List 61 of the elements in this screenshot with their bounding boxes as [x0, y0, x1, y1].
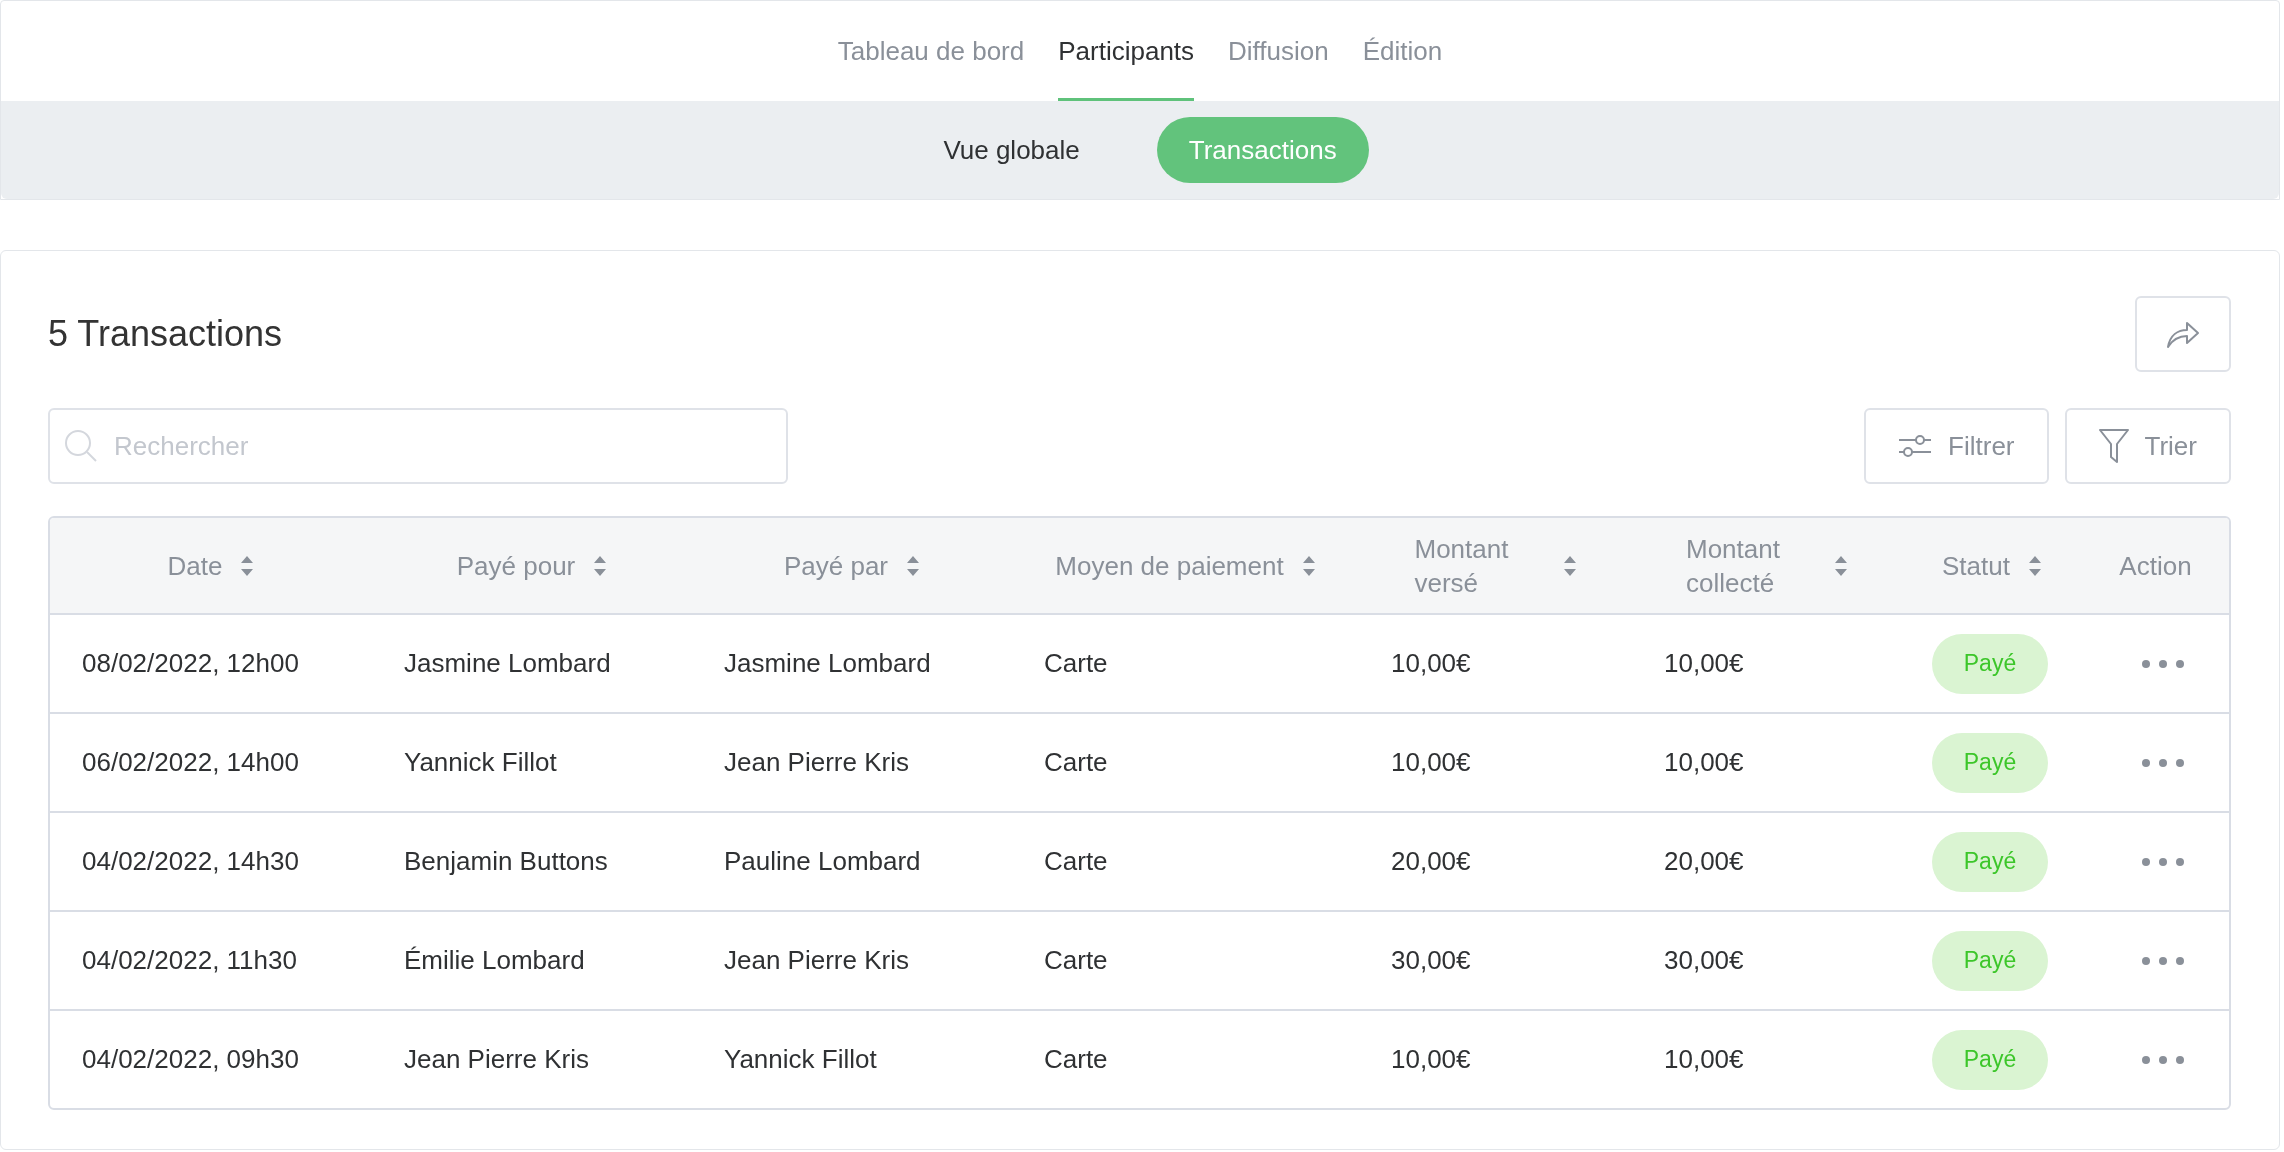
table-cell-text: Carte	[1043, 747, 1109, 778]
share-button[interactable]	[2135, 296, 2231, 372]
status-badge: Payé	[1932, 831, 2048, 892]
status-badge: Payé	[1932, 732, 2048, 793]
table-cell-text: 30,00€	[1390, 945, 1472, 976]
sliders-icon	[1898, 433, 1933, 459]
table-cell-text: Carte	[1043, 846, 1109, 877]
column-header: Date	[167, 549, 223, 583]
table-cell-text: 10,00€	[1390, 747, 1472, 778]
column-header: Montant versé	[1414, 532, 1510, 600]
table-cell-text: 10,00€	[1663, 1044, 1745, 1075]
status-badge: Payé	[1932, 1029, 2048, 1090]
table-cell-text: 06/02/2022, 14h00	[81, 747, 300, 778]
funnel-icon	[2098, 429, 2129, 463]
table-cell-text: 10,00€	[1663, 648, 1745, 679]
table-cell-text: Jean Pierre Kris	[723, 747, 910, 778]
table-cell-text: Jasmine Lombard	[403, 648, 612, 679]
column-header: Payé pour	[456, 549, 576, 583]
table-cell-text: Yannick Fillot	[403, 747, 558, 778]
column-header: Montant collecté	[1686, 532, 1781, 600]
more-icon	[2141, 757, 2185, 768]
table-cell-text: Pauline Lombard	[723, 846, 922, 877]
table-cell-text: Benjamin Buttons	[403, 846, 609, 877]
table-cell-text: Carte	[1043, 1044, 1109, 1075]
share-icon	[2166, 319, 2200, 349]
table-cell-text: 20,00€	[1663, 846, 1745, 877]
more-icon	[2141, 658, 2185, 669]
column-header: Payé par	[783, 549, 889, 583]
status-badge: Payé	[1932, 930, 2048, 991]
more-icon	[2141, 856, 2185, 867]
table-cell-text: Jasmine Lombard	[723, 648, 932, 679]
sort-button[interactable]: Trier	[2064, 408, 2231, 484]
column-header: Action	[2119, 549, 2192, 583]
table-cell-text: Carte	[1043, 648, 1109, 679]
filter-button[interactable]: Filtrer	[1864, 408, 2049, 484]
column-header: Statut	[1942, 549, 2010, 583]
table-cell-text: 10,00€	[1390, 1044, 1472, 1075]
table-cell-text: Émilie Lombard	[403, 945, 586, 976]
nav-tab[interactable]: Tableau de bord	[837, 1, 1025, 101]
subnav-tab[interactable]: Transactions	[1156, 117, 1369, 183]
nav-tab[interactable]: Diffusion	[1228, 1, 1329, 101]
table-cell-text: 20,00€	[1390, 846, 1472, 877]
table-cell-text: 10,00€	[1663, 747, 1745, 778]
table-cell-text: 30,00€	[1663, 945, 1745, 976]
table-cell-text: 04/02/2022, 11h30	[81, 945, 298, 976]
more-icon	[2141, 955, 2185, 966]
table-cell-text: 08/02/2022, 12h00	[81, 648, 300, 679]
table-cell-text: 04/02/2022, 14h30	[81, 846, 300, 877]
table-cell-text: Jean Pierre Kris	[403, 1044, 590, 1075]
search-field[interactable]: Rechercher	[48, 408, 788, 484]
table-cell-text: Carte	[1043, 945, 1109, 976]
table-cell-text: 04/02/2022, 09h30	[81, 1044, 300, 1075]
table-cell-text: Yannick Fillot	[723, 1044, 878, 1075]
page-title: 5 Transactions	[48, 313, 283, 355]
column-header: Moyen de paiement	[1055, 549, 1284, 583]
table-cell-text: Jean Pierre Kris	[723, 945, 910, 976]
subnav-tab[interactable]: Vue globale	[911, 117, 1112, 183]
nav-tab[interactable]: Édition	[1362, 1, 1443, 101]
status-badge: Payé	[1932, 633, 2048, 694]
more-icon	[2141, 1054, 2185, 1065]
table-cell-text: 10,00€	[1390, 648, 1472, 679]
